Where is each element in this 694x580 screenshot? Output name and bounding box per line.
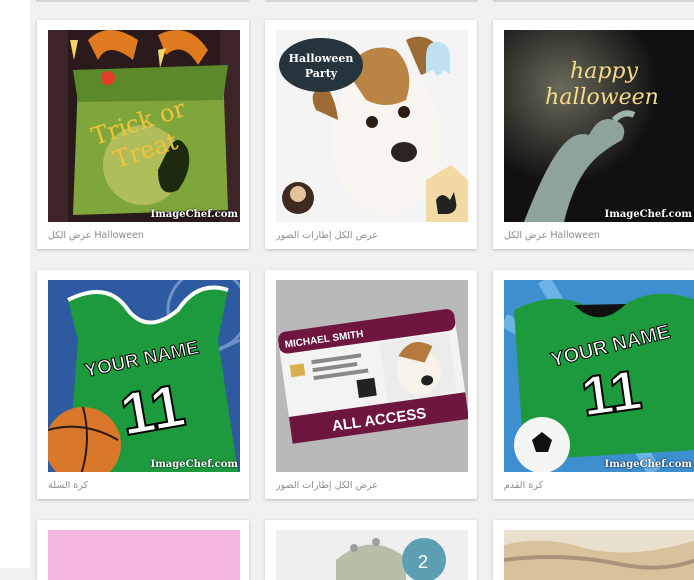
card-caption[interactable]: عرض الكل إطارات الصور	[276, 230, 378, 241]
card-caption[interactable]: كرة السلة	[48, 480, 88, 491]
card-caption[interactable]: عرض الكل Halloween	[48, 230, 144, 241]
card-beach[interactable]	[493, 520, 694, 580]
watermark: ImageChef.com	[604, 209, 692, 220]
card-id-badge[interactable]: MICHAEL SMITH ALL ACCESS عرض الكل إطارات…	[265, 270, 477, 499]
card-dog-halloween-party[interactable]: Halloween Party عرض الكل إطارات الصور	[265, 20, 477, 249]
watermark: ImageChef.com	[150, 209, 238, 220]
card-pink[interactable]	[37, 520, 249, 580]
card-image[interactable]	[504, 530, 694, 580]
counter-badge: 2	[418, 552, 428, 572]
card-happy-halloween[interactable]: happy halloween ImageChef.com عرض الكل H…	[493, 20, 694, 249]
card-image[interactable]	[48, 530, 240, 580]
card-edge	[36, 0, 249, 2]
card-image[interactable]: YOUR NAME 11 ImageChef.com	[504, 280, 694, 472]
card-image[interactable]: happy halloween ImageChef.com	[504, 30, 694, 222]
watermark: ImageChef.com	[150, 459, 238, 470]
card-image[interactable]: MICHAEL SMITH ALL ACCESS	[276, 280, 468, 472]
headline-text: happy	[570, 59, 638, 84]
card-image[interactable]: Trick or Treat ImageChef.com	[48, 30, 240, 222]
badge-text: Party	[305, 67, 338, 80]
jersey-number: 11	[578, 357, 645, 428]
card-caption[interactable]: عرض الكل إطارات الصور	[276, 480, 378, 491]
card-image[interactable]: 2	[276, 530, 468, 580]
card-caption[interactable]: كرة القدم	[504, 480, 543, 491]
card-caption[interactable]: عرض الكل Halloween	[504, 230, 600, 241]
card-image[interactable]: YOUR NAME 11 ImageChef.com	[48, 280, 240, 472]
headline-text: halloween	[545, 85, 659, 110]
card-edge	[265, 0, 478, 2]
watermark: ImageChef.com	[604, 459, 692, 470]
card-football[interactable]: YOUR NAME 11 ImageChef.com كرة القدم	[493, 270, 694, 499]
card-crown[interactable]: 2	[265, 520, 477, 580]
card-basketball[interactable]: YOUR NAME 11 ImageChef.com كرة السلة	[37, 270, 249, 499]
card-edge	[493, 0, 694, 2]
badge-text: Halloween	[289, 52, 354, 65]
left-gutter	[0, 0, 30, 568]
card-trick-or-treat[interactable]: Trick or Treat ImageChef.com عرض الكل Ha…	[37, 20, 249, 249]
card-image[interactable]: Halloween Party	[276, 30, 468, 222]
jersey-number: 11	[115, 371, 189, 448]
